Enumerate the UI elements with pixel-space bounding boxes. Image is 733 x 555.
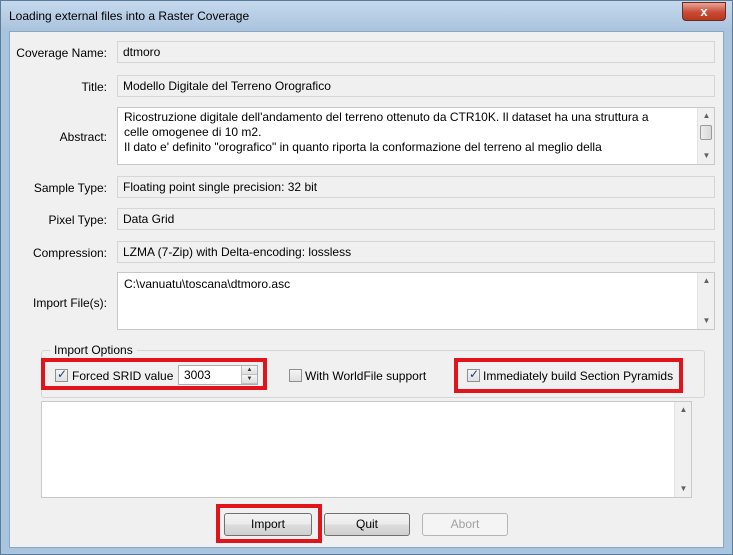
sample-type-field: Floating point single precision: 32 bit xyxy=(117,176,715,198)
quit-button[interactable]: Quit xyxy=(324,513,410,536)
title-bar[interactable]: Loading external files into a Raster Cov… xyxy=(1,1,732,31)
scroll-thumb[interactable] xyxy=(700,125,712,140)
highlight-pyramids xyxy=(454,358,683,393)
import-files-textarea[interactable]: C:\vanuatu\toscana\dtmoro.asc ▲ ▼ xyxy=(117,272,715,330)
scroll-up-icon[interactable]: ▲ xyxy=(698,273,715,289)
scroll-up-icon[interactable]: ▲ xyxy=(698,108,715,124)
highlight-forced-srid xyxy=(41,358,267,390)
close-button[interactable]: x xyxy=(682,2,726,21)
import-options-legend: Import Options xyxy=(50,343,137,357)
scroll-up-icon[interactable]: ▲ xyxy=(675,402,692,418)
close-icon[interactable]: x xyxy=(700,4,707,19)
import-files-scrollbar[interactable]: ▲ ▼ xyxy=(697,273,714,329)
coverage-name-field: dtmoro xyxy=(117,41,715,63)
dialog-window: Loading external files into a Raster Cov… xyxy=(0,0,733,555)
pixel-type-field: Data Grid xyxy=(117,208,715,230)
abstract-label: Abstract: xyxy=(59,130,107,144)
dialog-client: Coverage Name: dtmoro Title: Modello Dig… xyxy=(9,31,724,548)
worldfile-checkbox[interactable] xyxy=(289,369,302,382)
coverage-name-label: Coverage Name: xyxy=(16,46,107,60)
compression-label: Compression: xyxy=(32,246,107,260)
highlight-import xyxy=(216,504,322,543)
abstract-scrollbar[interactable]: ▲ ▼ xyxy=(697,108,714,164)
scroll-down-icon[interactable]: ▼ xyxy=(698,313,715,329)
pixel-type-label: Pixel Type: xyxy=(48,213,107,227)
log-scrollbar[interactable]: ▲ ▼ xyxy=(674,402,691,497)
title-label: Title: xyxy=(81,80,107,94)
title-field: Modello Digitale del Terreno Orografico xyxy=(117,75,715,97)
worldfile-label[interactable]: With WorldFile support xyxy=(305,369,426,383)
scroll-down-icon[interactable]: ▼ xyxy=(698,148,715,164)
abstract-line: Il dato e' definito "orografico" in quan… xyxy=(124,140,602,154)
compression-field: LZMA (7-Zip) with Delta-encoding: lossle… xyxy=(117,241,715,263)
import-file-path: C:\vanuatu\toscana\dtmoro.asc xyxy=(124,277,291,291)
abort-button[interactable]: Abort xyxy=(422,513,508,536)
scroll-down-icon[interactable]: ▼ xyxy=(675,481,692,497)
abstract-line: Ricostruzione digitale dell'andamento de… xyxy=(124,110,649,124)
sample-type-label: Sample Type: xyxy=(33,181,107,195)
import-files-label: Import File(s): xyxy=(32,296,107,310)
abstract-textarea[interactable]: Ricostruzione digitale dell'andamento de… xyxy=(117,107,715,165)
log-textarea[interactable]: ▲ ▼ xyxy=(41,401,692,498)
abstract-line: celle omogenee di 10 m2. xyxy=(124,125,262,139)
window-title: Loading external files into a Raster Cov… xyxy=(9,9,250,23)
